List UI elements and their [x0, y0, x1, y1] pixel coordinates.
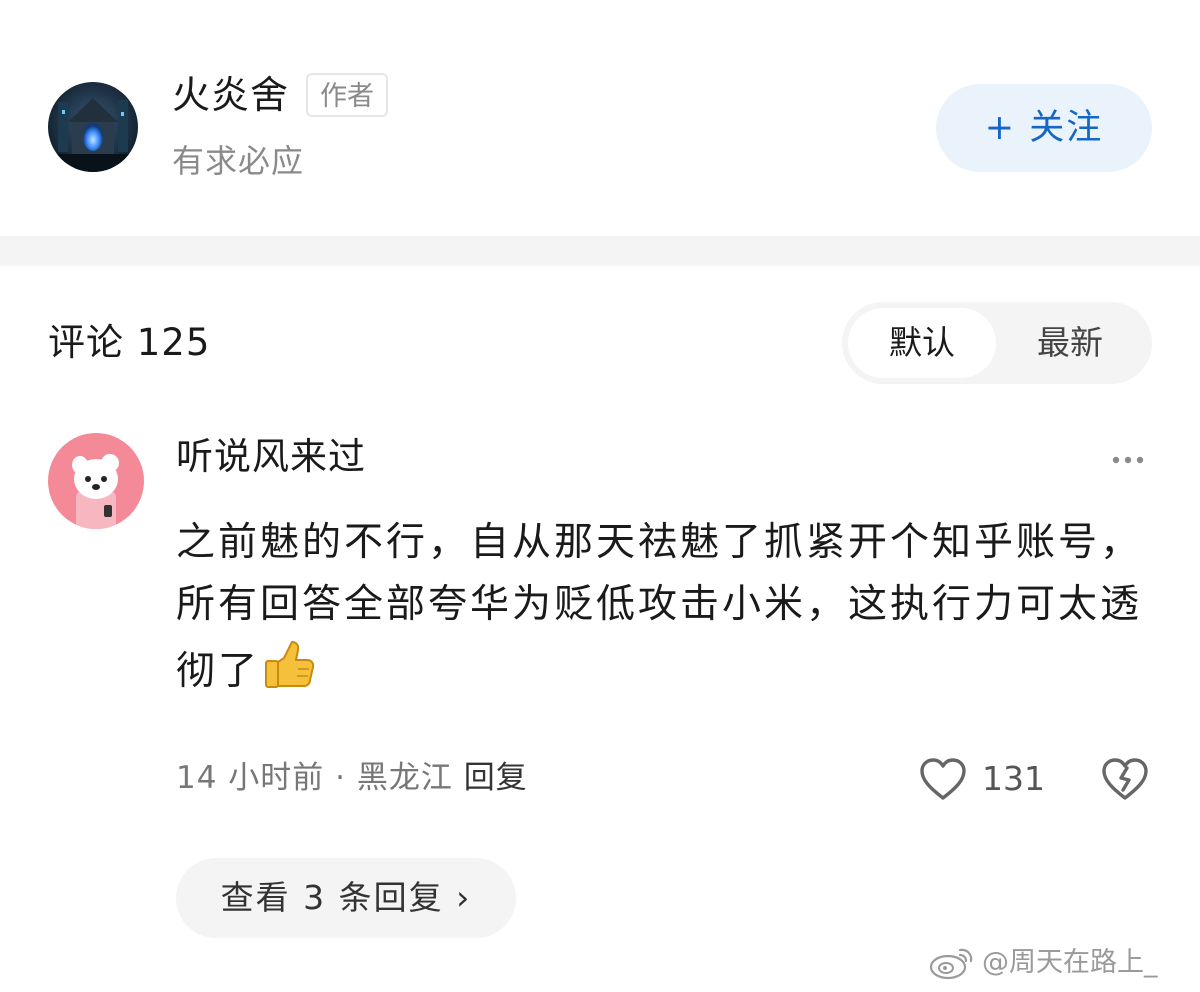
author-name[interactable]: 火炎舍: [172, 70, 289, 120]
sort-latest-tab[interactable]: 最新: [996, 308, 1144, 378]
comment-text: 之前魅的不行，自从那天祛魅了抓紧开个知乎账号，所有回答全部夸华为贬低攻击小米，这…: [176, 520, 1143, 694]
weibo-watermark: @周天在路上_: [928, 940, 1196, 986]
watermark-text: @周天在路上_: [982, 947, 1158, 978]
author-avatar[interactable]: [48, 82, 138, 172]
section-divider: [0, 236, 1200, 266]
more-options-icon[interactable]: [1110, 448, 1146, 472]
sort-default-tab[interactable]: 默认: [848, 308, 996, 378]
reply-button[interactable]: 回复: [464, 760, 528, 796]
commenter-avatar[interactable]: [48, 433, 144, 529]
meta-separator: ·: [324, 760, 357, 796]
sort-toggle: 默认 最新: [842, 302, 1152, 384]
heart-icon[interactable]: [918, 756, 968, 802]
broken-heart-icon[interactable]: [1100, 756, 1150, 802]
comment-location: 黑龙江: [356, 760, 453, 796]
comments-count-title: 评论 125: [48, 321, 211, 364]
author-card: 火炎舍 作者 有求必应 + 关注: [0, 0, 1200, 236]
view-replies-button[interactable]: 查看 3 条回复 ›: [176, 858, 516, 938]
author-tagline: 有求必应: [172, 142, 305, 180]
weibo-logo-icon: [929, 948, 973, 980]
commenter-name[interactable]: 听说风来过: [176, 432, 366, 482]
comment-time: 14 小时前: [176, 760, 325, 796]
comment-body: 之前魅的不行，自从那天祛魅了抓紧开个知乎账号，所有回答全部夸华为贬低攻击小米，这…: [176, 512, 1166, 703]
follow-button[interactable]: + 关注: [936, 84, 1152, 172]
author-badge: 作者: [306, 73, 388, 117]
thumbs-up-emoji-icon: [260, 636, 318, 694]
comment-meta: 14 小时前 · 黑龙江 回复: [176, 755, 528, 801]
like-count: 131: [982, 759, 1045, 798]
